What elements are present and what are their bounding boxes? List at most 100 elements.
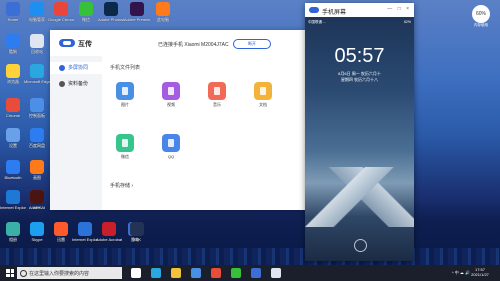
sidebar-item-multiscreen[interactable]: 多屏协同 [50, 62, 102, 74]
desktop-icon-label: Bluetooth [4, 175, 22, 180]
desktop-icon[interactable]: 浏览器 [0, 64, 26, 84]
desktop-icon[interactable]: Adobe Acrobat [96, 222, 122, 242]
desktop-icon-label: 酷狗 [9, 49, 17, 54]
file-list-title: 手机文件列表 [110, 65, 141, 71]
app-icon [30, 160, 44, 174]
desktop-icon-label: XSK [132, 237, 141, 242]
desktop-icon-label: 百度网盘 [29, 143, 45, 148]
desktop-icon-label: 相册 [9, 237, 17, 242]
file-category-images[interactable]: 图片 [110, 82, 140, 108]
desktop-icon-label: 回收站 [31, 49, 43, 54]
connected-device-text: 已连接手机 Xiaomi M2004J7AC [158, 42, 229, 48]
app-icon [30, 222, 44, 236]
taskbar-huchuan-icon[interactable] [251, 268, 261, 278]
desktop-icon-label: 电脑管家 [29, 17, 45, 22]
desktop-icon-label: 迅雷 [57, 237, 65, 242]
desktop-icon[interactable]: Chrome [0, 98, 26, 118]
disconnect-button[interactable]: 断开 [233, 39, 271, 49]
phone-storage-link[interactable]: 手机存储 › [110, 182, 133, 189]
huchuan-titlebar: 互传 已连接手机 Xiaomi M2004J7AC 断开 [50, 30, 306, 56]
desktop-icon-label: Internet Explorer [72, 237, 98, 242]
huchuan-main: 手机文件列表 图片 视频 音乐 文档 微信 QQ 手机存储 › [102, 56, 306, 210]
desktop-icon[interactable]: 酷狗 [0, 34, 26, 54]
desktop-icon-label: 此电脑 [157, 17, 169, 22]
app-icon [6, 128, 20, 142]
clock-date: 2021/1/27 [471, 272, 489, 277]
taskbar: 在这里输入你要搜索的内容 ^ 中 ☁ 🔊 17:57 2021/1/27 [0, 265, 500, 281]
app-icon [54, 2, 68, 16]
app-title: 互传 [78, 41, 92, 48]
desktop-icon[interactable]: Bluetooth [0, 160, 26, 180]
app-icon [30, 34, 44, 48]
app-icon [30, 190, 44, 204]
desktop-icon[interactable]: Microsoft Edge [24, 64, 50, 84]
desktop-icon[interactable]: Adobe Premiere [124, 2, 150, 22]
huchuan-sidebar: 多屏协同 资料备份 [50, 56, 102, 210]
app-icon [156, 2, 170, 16]
desktop-icon[interactable]: 画图 [24, 160, 50, 180]
desktop-icon[interactable]: 控制面板 [24, 98, 50, 118]
desktop-icon[interactable]: Home [0, 2, 26, 22]
taskbar-explorer-icon[interactable] [171, 268, 181, 278]
desktop-icon[interactable]: Skype [24, 222, 50, 242]
phone-lockscreen[interactable]: 中国联通 ... 62% 05:57 8月6日 周一 农历六月十 星期四 农历六… [305, 17, 414, 261]
memory-widget[interactable]: 60% 内存使用 [466, 5, 496, 33]
file-category-videos[interactable]: 视频 [156, 82, 186, 108]
phone-window-title: 手机屏幕 [322, 10, 347, 16]
desktop-icon[interactable]: 设置 [0, 128, 26, 148]
desktop-icon-label: 设置 [9, 143, 17, 148]
taskbar-photos-icon[interactable] [271, 268, 281, 278]
file-category-docs[interactable]: 文档 [248, 82, 278, 108]
taskbar-task-view-icon[interactable] [131, 268, 141, 278]
file-category-label: 微信 [121, 154, 129, 159]
app-icon [6, 64, 20, 78]
file-category-label: QQ [167, 154, 175, 159]
carrier-text: 中国联通 ... [308, 20, 326, 24]
desktop-icon[interactable]: Internet Explorer [0, 190, 26, 210]
desktop-icon[interactable]: Google Chrome [48, 2, 74, 22]
file-category-qq[interactable]: QQ [156, 134, 186, 159]
desktop-icon-label: 微信 [82, 17, 90, 22]
desktop-icon[interactable]: Adobe Photoshop [98, 2, 124, 22]
app-icon [6, 160, 20, 174]
desktop-icon-label: Microsoft Edge [24, 79, 50, 84]
app-icon [104, 2, 118, 16]
taskbar-store-icon[interactable] [191, 268, 201, 278]
desktop-icon[interactable]: 回收站 [24, 34, 50, 54]
sidebar-item-backup[interactable]: 资料备份 [50, 78, 102, 90]
file-category-label: 图片 [121, 102, 129, 107]
fingerprint-icon[interactable] [354, 239, 367, 252]
desktop-icon-label: 画图 [33, 175, 41, 180]
taskbar-wechat-icon[interactable] [231, 268, 241, 278]
desktop-icon[interactable]: 微信 [73, 2, 99, 22]
images-icon [116, 82, 134, 100]
file-category-label: 视频 [167, 102, 175, 107]
desktop-icon[interactable]: 电脑管家 [24, 2, 50, 22]
desktop-icon[interactable]: Internet Explorer [72, 222, 98, 242]
desktop-icon-label: Home [7, 17, 19, 22]
desktop-icon-label: 浏览器 [7, 79, 19, 84]
app-icon [30, 64, 44, 78]
taskbar-chrome-icon[interactable] [211, 268, 221, 278]
file-category-label: 文档 [259, 102, 267, 107]
wechat-icon [116, 134, 134, 152]
app-icon [6, 190, 20, 204]
taskbar-edge-icon[interactable] [151, 268, 161, 278]
desktop-icon[interactable]: 相册 [0, 222, 26, 242]
file-category-music[interactable]: 音乐 [202, 82, 232, 108]
desktop-icon[interactable]: XSK [124, 222, 150, 242]
multiscreen-icon [59, 65, 65, 71]
battery-text: 62% [403, 20, 411, 24]
file-category-wechat[interactable]: 微信 [110, 134, 140, 160]
taskbar-search-input[interactable]: 在这里输入你要搜索的内容 [17, 267, 122, 279]
windows-start-icon[interactable] [6, 269, 14, 277]
desktop-icon[interactable]: Adobe AI [24, 190, 50, 210]
app-icon [30, 128, 44, 142]
desktop-icon-label: Adobe AI [28, 205, 46, 210]
desktop-icon[interactable]: 迅雷 [48, 222, 74, 242]
window-controls[interactable]: — □ × [387, 6, 411, 12]
phone-status-bar: 中国联通 ... 62% [308, 20, 411, 25]
desktop-icon[interactable]: 此电脑 [150, 2, 176, 22]
taskbar-clock[interactable]: 17:57 2021/1/27 [465, 267, 495, 277]
desktop-icon[interactable]: 百度网盘 [24, 128, 50, 148]
